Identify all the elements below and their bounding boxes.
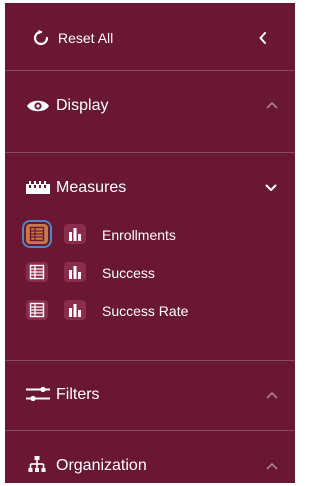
table-view-icon[interactable] [26, 300, 48, 320]
chevron-left-icon[interactable] [258, 32, 268, 44]
bar-chart-icon[interactable] [64, 224, 86, 244]
section-label: Organization [56, 457, 147, 474]
side-panel: Reset All Display Measures Enrollments S… [5, 3, 295, 483]
bar-chart-icon[interactable] [64, 262, 86, 282]
chevron-up-icon[interactable] [266, 391, 278, 399]
chevron-up-icon[interactable] [266, 101, 278, 109]
section-filters[interactable]: Filters [5, 361, 295, 429]
measure-row-success: Success [5, 259, 295, 285]
section-label: Filters [56, 386, 100, 403]
measure-row-enrollments: Enrollments [5, 221, 295, 247]
chevron-down-icon[interactable] [265, 184, 277, 192]
section-label: Display [56, 97, 109, 114]
measure-label: Success [102, 265, 155, 281]
section-organization[interactable]: Organization [5, 431, 295, 483]
sliders-icon [26, 386, 50, 402]
measure-label: Success Rate [102, 303, 189, 319]
bar-chart-icon[interactable] [64, 300, 86, 320]
section-label: Measures [56, 179, 127, 196]
measure-row-success-rate: Success Rate [5, 297, 295, 323]
section-display[interactable]: Display [5, 71, 295, 151]
table-view-icon[interactable] [26, 262, 48, 282]
refresh-icon[interactable] [32, 29, 50, 47]
eye-icon [27, 100, 49, 112]
reset-all-button[interactable]: Reset All [58, 30, 113, 46]
section-measures[interactable]: Measures [5, 153, 295, 213]
measure-label: Enrollments [102, 227, 176, 243]
hierarchy-icon [28, 456, 46, 472]
table-view-icon[interactable] [26, 224, 48, 244]
ruler-icon [26, 181, 50, 194]
reset-row[interactable]: Reset All [5, 3, 295, 73]
chevron-up-icon[interactable] [266, 462, 278, 470]
